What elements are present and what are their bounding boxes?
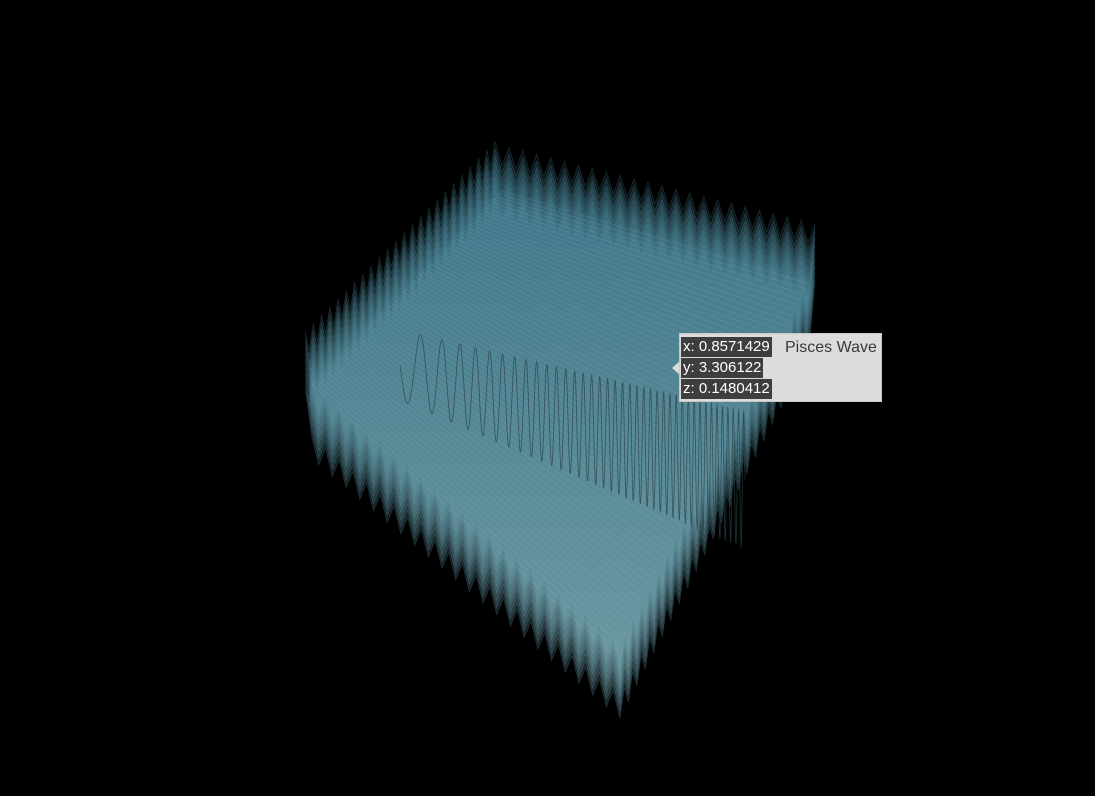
hover-tooltip: x: 0.8571429 y: 3.306122 z: 0.1480412 Pi… xyxy=(672,333,883,403)
plot-area[interactable]: x: 0.8571429 y: 3.306122 z: 0.1480412 Pi… xyxy=(0,0,1095,796)
surface-plot[interactable] xyxy=(0,0,1095,796)
tooltip-y-value: y: 3.306122 xyxy=(681,358,764,378)
tooltip-x-value: x: 0.8571429 xyxy=(681,337,772,357)
tooltip-z-value: z: 0.1480412 xyxy=(681,379,772,399)
tooltip-box: x: 0.8571429 y: 3.306122 z: 0.1480412 Pi… xyxy=(679,333,882,402)
tooltip-series-name: Pisces Wave xyxy=(785,339,877,356)
tooltip-values: x: 0.8571429 y: 3.306122 z: 0.1480412 xyxy=(681,337,772,400)
